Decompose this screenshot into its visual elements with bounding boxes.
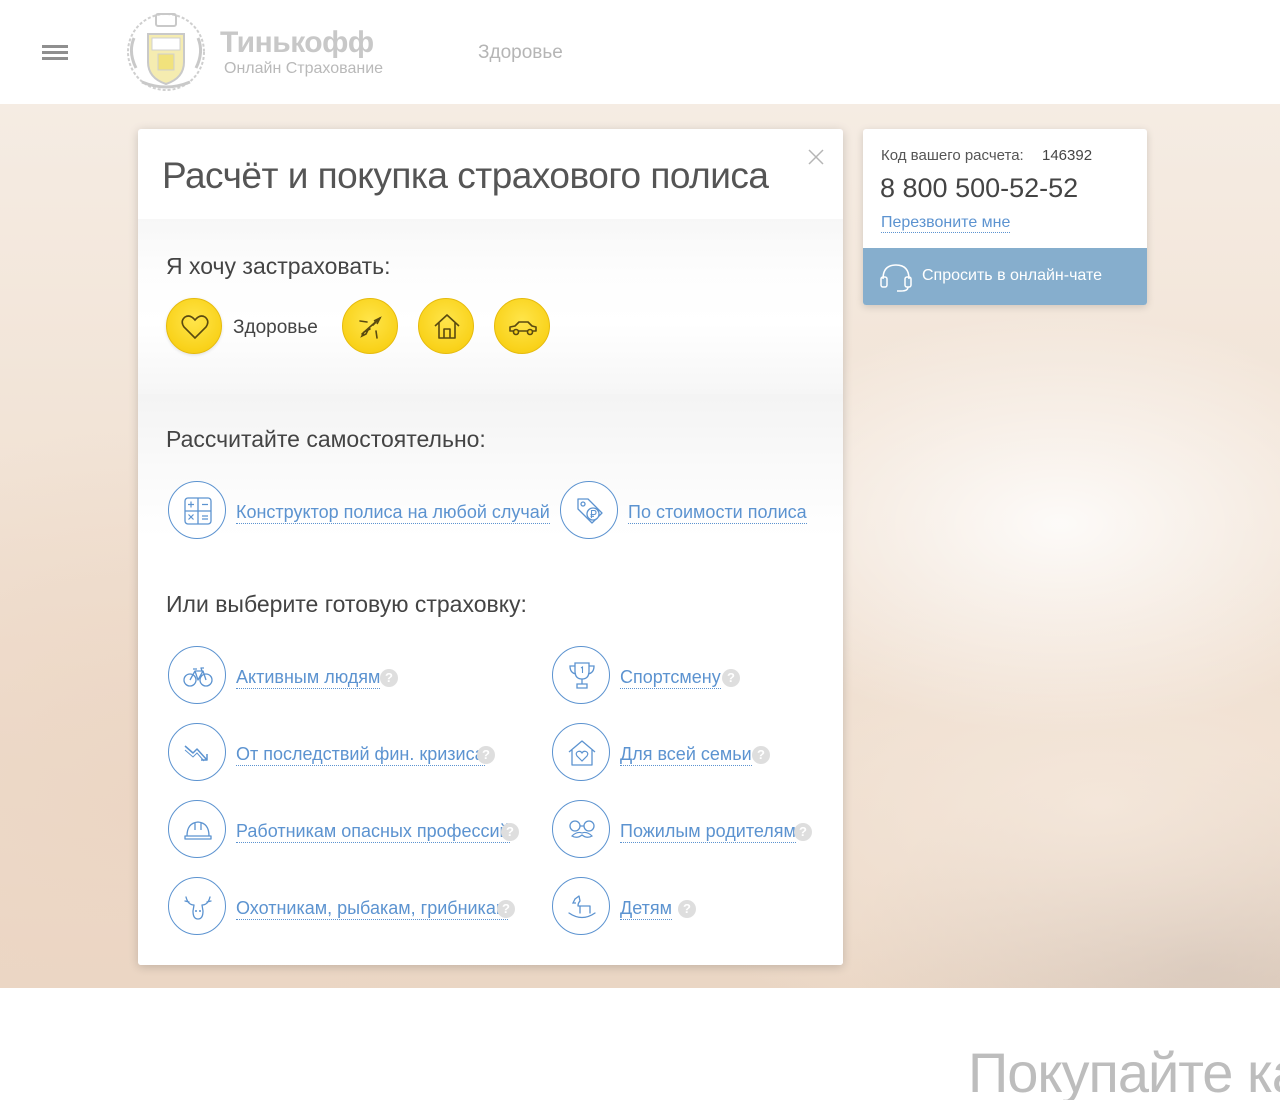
logo[interactable]: Тинькофф Онлайн Страхование [118,8,398,96]
insure-type-car[interactable] [494,298,550,354]
rocking-horse-glyph [568,895,596,919]
bicycle-glyph [183,667,213,687]
logo-emblem-icon [127,13,205,91]
calculator-modal: Расчёт и покупка страхового полиса Я хоч… [138,129,843,965]
bicycle-icon[interactable] [168,646,226,704]
hamburger-icon[interactable] [42,45,68,61]
policy-by-price-link[interactable]: По стоимости полиса [628,501,807,524]
active-people-help-icon[interactable]: ? [380,669,398,687]
house-icon [434,314,460,339]
family-house-icon[interactable] [552,723,610,781]
hunters-fishermen-help-icon[interactable]: ? [497,900,515,918]
hunters-fishermen-link[interactable]: Охотникам, рыбакам, грибникам [236,897,509,920]
price-tag-glyph [577,498,603,524]
contact-panel: Код вашего расчета: 146392 8 800 500-52-… [863,129,1147,305]
whole-family-link[interactable]: Для всей семьи [620,743,752,766]
children-link[interactable]: Детям [620,897,672,920]
online-chat-label: Спросить в онлайн-чате [922,267,1103,284]
top-header: Тинькофф Онлайн Страхование Здоровье [0,0,1280,104]
rocking-horse-icon[interactable] [552,877,610,935]
car-icon [509,321,537,336]
headset-icon [880,264,912,292]
trophy-icon[interactable] [552,646,610,704]
elderly-parents-help-icon[interactable]: ? [794,823,812,841]
price-tag-icon[interactable] [560,481,618,539]
glasses-mustache-glyph [569,820,595,838]
calculator-icon[interactable] [168,481,226,539]
family-house-glyph [568,740,596,766]
calc-code-label: Код вашего расчета: [881,147,1024,164]
insure-type-health-label[interactable]: Здоровье [233,317,318,339]
phone-number[interactable]: 8 800 500-52-52 [880,173,1078,204]
calculate-heading: Рассчитайте самостоятельно: [166,426,486,452]
financial-crisis-link[interactable]: От последствий фин. кризиса [236,743,485,766]
dangerous-professions-link[interactable]: Работникам опасных профессий [236,820,510,843]
calculator-glyph [184,497,212,525]
hard-hat-icon[interactable] [168,800,226,858]
antlers-icon[interactable] [168,877,226,935]
insure-type-health[interactable] [166,298,222,354]
insure-type-section [138,219,843,394]
financial-crisis-help-icon[interactable]: ? [477,746,495,764]
dangerous-professions-help-icon[interactable]: ? [501,823,519,841]
glasses-mustache-icon[interactable] [552,800,610,858]
airplane-icon [359,316,382,339]
falling-chart-icon[interactable] [168,723,226,781]
ready-insurance-heading: Или выберите готовую страховку: [166,591,527,617]
insure-type-property[interactable] [418,298,474,354]
logo-name: Тинькофф [220,26,374,59]
close-icon[interactable] [805,146,827,168]
children-help-icon[interactable]: ? [678,900,696,918]
policy-constructor-link[interactable]: Конструктор полиса на любой случай [236,501,550,524]
online-chat-button[interactable]: Спросить в онлайн-чате [863,248,1147,305]
insure-type-travel[interactable] [342,298,398,354]
callback-link[interactable]: Перезвоните мне [881,213,1011,233]
trophy-glyph [569,662,595,689]
sportsman-link[interactable]: Спортсмену [620,666,721,689]
antlers-glyph [184,896,212,920]
modal-title: Расчёт и покупка страхового полиса [162,155,769,196]
logo-subtitle: Онлайн Страхование [224,60,384,77]
nav-health-link[interactable]: Здоровье [478,42,563,64]
sportsman-help-icon[interactable]: ? [722,669,740,687]
heart-icon [181,315,209,340]
calc-code-value: 146392 [1042,147,1093,164]
whole-family-help-icon[interactable]: ? [752,746,770,764]
elderly-parents-link[interactable]: Пожилым родителям [620,820,796,843]
want-insure-heading: Я хочу застраховать: [166,253,391,279]
active-people-link[interactable]: Активным людям [236,666,381,689]
promo-heading: Покупайте как [968,1041,1280,1100]
hard-hat-glyph [184,821,212,840]
falling-chart-glyph [184,745,208,762]
